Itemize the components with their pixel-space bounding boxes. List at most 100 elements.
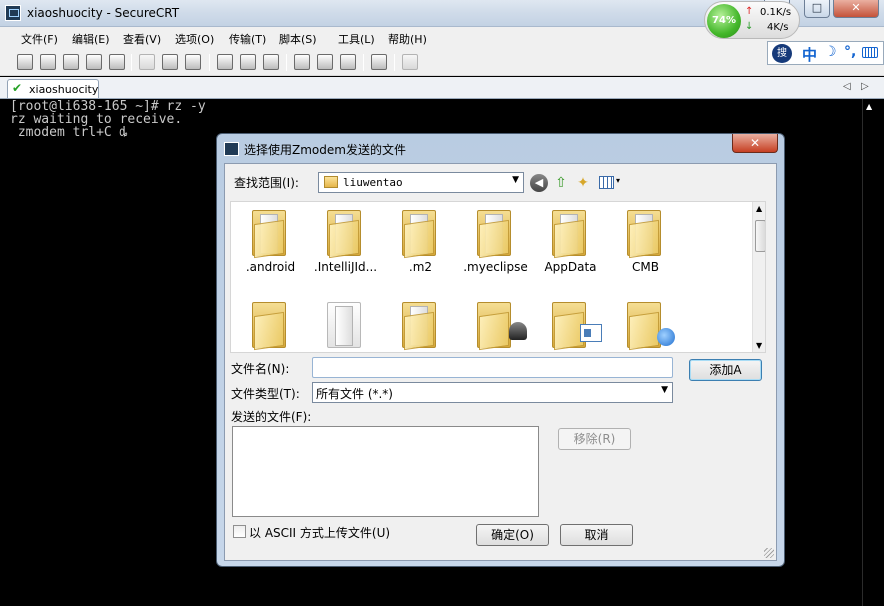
view-dropdown-icon[interactable]: ▾ (616, 176, 620, 185)
chevron-down-icon: ▼ (512, 175, 519, 185)
scroll-down-icon[interactable]: ▼ (756, 341, 762, 350)
dialog-body: 查找范围(I): liuwentao ▼ ◀ ⇧ ✦ ▾ .android .I… (224, 163, 777, 561)
file-name-input[interactable] (312, 357, 673, 378)
menu-edit[interactable]: 编辑(E) (72, 31, 110, 47)
menu-tools[interactable]: 工具(L) (338, 31, 375, 47)
file-list[interactable]: .android .IntelliJId... .m2 .myeclipse A… (230, 201, 766, 353)
connect-icon[interactable] (17, 54, 33, 70)
file-name: AppData (544, 260, 597, 274)
help-icon[interactable] (371, 54, 387, 70)
menu-help[interactable]: 帮助(H) (388, 31, 427, 47)
folder-icon (252, 210, 286, 259)
ok-button[interactable]: 确定(O) (476, 524, 549, 546)
find-icon[interactable] (185, 54, 201, 70)
close-button[interactable]: ✕ (833, 0, 879, 18)
session-tab-bar: ✔ xiaoshuocity ◁ ▷ (0, 77, 884, 99)
folder-icon (552, 210, 586, 259)
ime-chinese-mode[interactable]: 中 (802, 44, 817, 65)
quick-connect-icon[interactable] (40, 54, 56, 70)
file-name: CMB (632, 260, 659, 274)
menu-view[interactable]: 查看(V) (123, 31, 161, 47)
look-in-value: liuwentao (343, 176, 403, 189)
new-folder-icon[interactable]: ✦ (574, 174, 592, 192)
folder-item[interactable] (533, 294, 608, 352)
dialog-app-icon (224, 142, 239, 156)
folder-item[interactable] (608, 294, 683, 352)
file-type-dropdown[interactable]: 所有文件 (*.*) ▼ (312, 382, 673, 403)
file-type-value: 所有文件 (*.*) (316, 387, 393, 401)
menu-script[interactable]: 脚本(S) (279, 31, 317, 47)
look-in-dropdown[interactable]: liuwentao ▼ (318, 172, 524, 193)
tab-xiaoshuocity[interactable]: ✔ xiaoshuocity (7, 79, 99, 98)
connect-tab-icon[interactable] (63, 54, 79, 70)
folder-item[interactable] (458, 294, 533, 352)
ime-logo-icon[interactable]: 搜 (772, 44, 792, 63)
scrollbar-thumb[interactable] (755, 220, 765, 252)
folder-item[interactable] (308, 294, 383, 352)
sftp-icon[interactable] (402, 54, 418, 70)
links-folder-icon (627, 302, 675, 351)
toolbar-separator (286, 54, 287, 71)
file-name: .myeclipse (463, 260, 528, 274)
menu-file[interactable]: 文件(F) (21, 31, 58, 47)
securecrt-app-icon[interactable] (5, 5, 21, 21)
download-arrow-icon: ↓ (745, 21, 754, 32)
resize-grip-icon[interactable] (764, 548, 774, 558)
contacts-folder-icon (552, 302, 602, 351)
view-menu-icon[interactable] (599, 176, 614, 189)
file-name: .android (245, 260, 296, 274)
print-icon[interactable] (263, 54, 279, 70)
folder-icon (627, 210, 661, 259)
dialog-title: 选择使用Zmodem发送的文件 (244, 143, 406, 157)
tab-scroll-left-icon[interactable]: ◁ (843, 81, 851, 92)
folder-icon (324, 176, 338, 188)
terminal-scrollbar[interactable] (862, 99, 879, 606)
toolbar-separator (131, 54, 132, 71)
scroll-up-icon[interactable]: ▲ (756, 204, 762, 213)
folder-item[interactable]: .android (233, 202, 308, 282)
toolbar-separator (363, 54, 364, 71)
folder-item[interactable]: .m2 (383, 202, 458, 282)
back-icon[interactable]: ◀ (530, 174, 548, 192)
file-type-label: 文件类型(T): (231, 387, 300, 401)
session-options-icon[interactable] (294, 54, 310, 70)
ime-keyboard-icon[interactable] (862, 47, 878, 58)
disconnect-icon[interactable] (109, 54, 125, 70)
toolbar-separator (209, 54, 210, 71)
tab-scroll-right-icon[interactable]: ▷ (861, 81, 869, 92)
maximize-button[interactable]: □ (804, 0, 830, 18)
file-name: .m2 (408, 260, 433, 274)
global-options-icon[interactable] (317, 54, 333, 70)
download-speed: 4K/s (767, 22, 789, 33)
dialog-close-button[interactable]: ✕ (732, 134, 778, 153)
folder-item[interactable]: .IntelliJId... (308, 202, 383, 282)
reconnect-icon[interactable] (86, 54, 102, 70)
network-monitor[interactable]: 74% ↑ 0.1K/s ↓ 4K/s (704, 1, 800, 39)
up-folder-icon[interactable]: ⇧ (552, 174, 570, 192)
folder-item[interactable]: .myeclipse (458, 202, 533, 282)
folder-item[interactable]: AppData (533, 202, 608, 282)
ime-punctuation-icon[interactable]: °, (844, 44, 856, 60)
cancel-button[interactable]: 取消 (560, 524, 633, 546)
terminal-scroll-up-icon[interactable]: ▲ (866, 102, 872, 111)
ime-halfwidth-icon[interactable]: ☽ (824, 44, 837, 60)
menu-options[interactable]: 选项(O) (175, 31, 214, 47)
menu-transfer[interactable]: 传输(T) (229, 31, 266, 47)
files-to-send-list[interactable] (232, 426, 539, 517)
copy-icon[interactable] (139, 54, 155, 70)
folder-item[interactable] (233, 294, 308, 352)
games-folder-icon (477, 302, 527, 351)
keymap-icon[interactable] (340, 54, 356, 70)
folder-icon (477, 210, 511, 259)
add-button[interactable]: 添加A (689, 359, 762, 381)
file-name-label: 文件名(N): (231, 362, 290, 376)
print-setup-icon[interactable] (217, 54, 233, 70)
remove-button[interactable]: 移除(R) (558, 428, 631, 450)
file-list-scrollbar[interactable]: ▲ ▼ (752, 202, 765, 352)
paste-icon[interactable] (162, 54, 178, 70)
ascii-upload-checkbox[interactable] (233, 525, 246, 538)
folder-item[interactable]: CMB (608, 202, 683, 282)
print-selection-icon[interactable] (240, 54, 256, 70)
terminal-line: zmodem trl+C ȡ (10, 125, 128, 140)
folder-item[interactable] (383, 294, 458, 352)
